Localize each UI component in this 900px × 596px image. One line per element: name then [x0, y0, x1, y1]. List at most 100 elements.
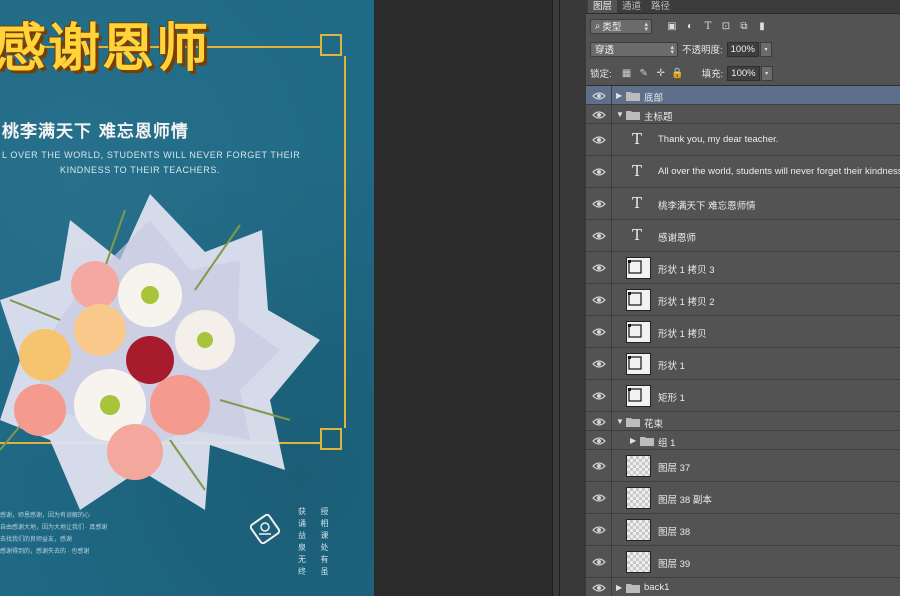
poster-subtitle-en-line2[interactable]: KINDNESS TO THEIR TEACHERS. [60, 165, 220, 175]
layer-name: Thank you, my dear teacher. [658, 134, 779, 145]
shape-thumbnail [626, 321, 651, 343]
visibility-eye-icon[interactable] [592, 461, 606, 471]
opacity-field[interactable]: 100% [726, 41, 759, 57]
tab-channels[interactable]: 通道 [617, 0, 646, 13]
layer-row[interactable]: 图层 39 [586, 546, 900, 578]
layer-row[interactable]: ▶ 底部 [586, 86, 900, 105]
lock-all-icon[interactable]: 🔒 [671, 67, 683, 79]
eye-column-divider [611, 252, 612, 283]
layer-thumbnail [626, 551, 651, 573]
layer-row[interactable]: 图层 38 [586, 514, 900, 546]
filter-kind-select[interactable]: ⌕ 类型 ▴ ▾ [590, 18, 652, 34]
bouquet-illustration[interactable] [0, 190, 320, 520]
eye-column-divider [611, 86, 612, 104]
layers-list[interactable]: ▶ 底部 ▼ 主标题 T Thank you, my dear teacher. T All … [586, 85, 900, 596]
layer-thumbnail [626, 519, 651, 541]
expand-right-icon[interactable]: ▶ [616, 91, 622, 100]
eye-column-divider [611, 316, 612, 347]
layer-thumbnail [626, 455, 651, 477]
lock-position-icon[interactable]: ✛ [655, 67, 667, 79]
lock-transparent-pixels-icon[interactable]: ▦ [621, 67, 633, 79]
layer-row[interactable]: ▶ back1 [586, 578, 900, 596]
layer-row[interactable]: 形状 1 拷贝 2 [586, 284, 900, 316]
shape-thumbnail [626, 385, 651, 407]
fill-dropdown-icon[interactable]: ▾ [760, 65, 773, 81]
layer-row[interactable]: 形状 1 拷贝 [586, 316, 900, 348]
expand-down-icon[interactable]: ▼ [616, 110, 624, 119]
image-filter-icon[interactable]: ▣ [666, 20, 678, 32]
eye-column-divider [611, 284, 612, 315]
layer-name: 底部 [644, 92, 664, 104]
layer-name: 图层 38 [658, 527, 691, 538]
eye-column-divider [611, 514, 612, 545]
layers-panel: 图层 通道 路径 ⌕ 类型 ▴ ▾ ▣ ◐ T ⊡ ⧉ ▮ 穿透 ▴ ▾ 不透明度: [586, 0, 900, 596]
layer-row[interactable]: 矩形 1 [586, 380, 900, 412]
visibility-eye-icon[interactable] [592, 493, 606, 503]
layer-name: 主标题 [644, 111, 673, 123]
shape-thumbnail [626, 257, 651, 279]
panel-gutter [560, 0, 586, 596]
eye-column-divider [611, 380, 612, 411]
folder-icon [626, 110, 640, 120]
poster-subtitle-en-line1[interactable]: L OVER THE WORLD, STUDENTS WILL NEVER FO… [2, 150, 300, 160]
layer-row[interactable]: ▼ 花束 [586, 412, 900, 431]
type-filter-icon[interactable]: T [702, 20, 714, 32]
layer-name: 桃李满天下 难忘恩师情 [658, 201, 756, 212]
visibility-eye-icon[interactable] [592, 110, 606, 120]
visibility-eye-icon[interactable] [592, 231, 606, 241]
layer-row[interactable]: ▼ 主标题 [586, 105, 900, 124]
visibility-eye-icon[interactable] [592, 359, 606, 369]
layer-row[interactable]: T 感谢恩师 [586, 220, 900, 252]
expand-right-icon[interactable]: ▶ [616, 583, 622, 592]
visibility-eye-icon[interactable] [592, 263, 606, 273]
filter-toggle-icon[interactable]: ▮ [756, 20, 768, 32]
tab-paths[interactable]: 路径 [646, 0, 675, 13]
visibility-eye-icon[interactable] [592, 557, 606, 567]
folder-icon [626, 583, 640, 593]
eye-column-divider [611, 431, 612, 449]
layer-name: 形状 1 拷贝 [658, 329, 707, 340]
layer-row[interactable]: 形状 1 [586, 348, 900, 380]
tab-layers[interactable]: 图层 [588, 0, 618, 13]
eye-column-divider [611, 546, 612, 577]
text-layer-icon: T [632, 162, 643, 180]
visibility-eye-icon[interactable] [592, 525, 606, 535]
poster-subtitle-cn[interactable]: 桃李满天下 难忘恩师情 [2, 117, 189, 142]
visibility-eye-icon[interactable] [592, 417, 606, 427]
eye-column-divider [611, 482, 612, 513]
blend-mode-select[interactable]: 穿透 ▴ ▾ [590, 41, 678, 57]
layer-row[interactable]: T All over the world, students will never… [586, 156, 900, 188]
shape-thumbnail [626, 353, 651, 375]
layer-row[interactable]: 形状 1 拷贝 3 [586, 252, 900, 284]
visibility-eye-icon[interactable] [592, 436, 606, 446]
fill-field[interactable]: 100% [727, 65, 760, 81]
visibility-eye-icon[interactable] [592, 199, 606, 209]
blend-row: 穿透 ▴ ▾ 不透明度: 100% ▾ [586, 38, 900, 60]
search-icon: ⌕ [595, 20, 601, 32]
visibility-eye-icon[interactable] [592, 327, 606, 337]
panel-divider[interactable] [552, 0, 560, 596]
layer-row[interactable]: 图层 38 副本 [586, 482, 900, 514]
eye-column-divider [611, 156, 612, 187]
layer-row[interactable]: ▶ 组 1 [586, 431, 900, 450]
poster-vertical-poem: 获 授 诵 相 益 课 泉 处 无 有 终 虽 [298, 507, 335, 576]
folder-icon [626, 417, 640, 427]
adjustment-filter-icon[interactable]: ◐ [684, 20, 696, 32]
expand-down-icon[interactable]: ▼ [616, 417, 624, 426]
document-canvas[interactable]: 感谢恩师 桃李满天下 难忘恩师情 L OVER THE WORLD, STUDE… [0, 0, 374, 596]
visibility-eye-icon[interactable] [592, 135, 606, 145]
opacity-dropdown-icon[interactable]: ▾ [759, 41, 772, 57]
layer-row[interactable]: T Thank you, my dear teacher. [586, 124, 900, 156]
lock-image-pixels-icon[interactable]: ✎ [638, 67, 650, 79]
smart-object-filter-icon[interactable]: ⧉ [738, 20, 750, 32]
expand-right-icon[interactable]: ▶ [630, 436, 636, 445]
shape-filter-icon[interactable]: ⊡ [720, 20, 732, 32]
visibility-eye-icon[interactable] [592, 391, 606, 401]
layer-row[interactable]: 图层 37 [586, 450, 900, 482]
visibility-eye-icon[interactable] [592, 167, 606, 177]
poster-main-title[interactable]: 感谢恩师 [0, 6, 210, 81]
visibility-eye-icon[interactable] [592, 91, 606, 101]
visibility-eye-icon[interactable] [592, 583, 606, 593]
visibility-eye-icon[interactable] [592, 295, 606, 305]
layer-row[interactable]: T 桃李满天下 难忘恩师情 [586, 188, 900, 220]
